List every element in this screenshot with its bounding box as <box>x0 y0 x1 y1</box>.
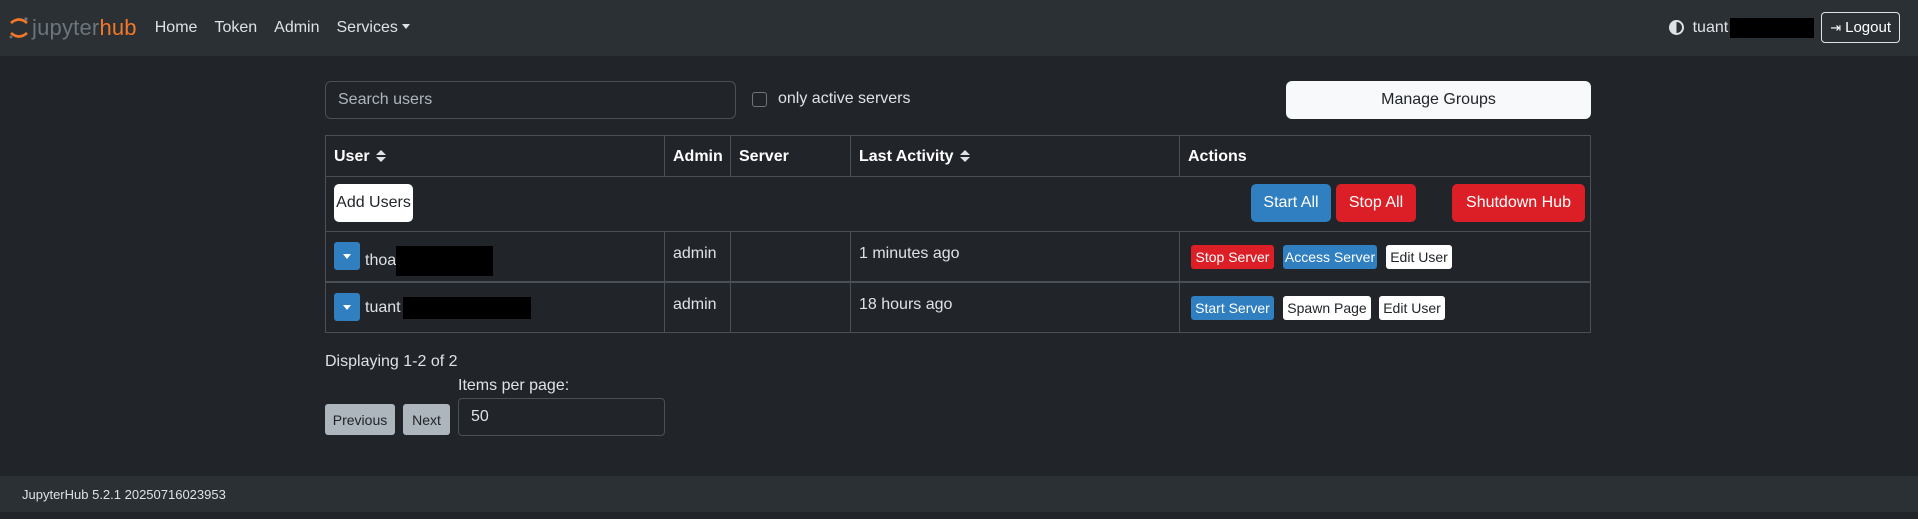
nav-token[interactable]: Token <box>214 19 257 37</box>
stop-server-button[interactable]: Stop Server <box>1191 245 1274 269</box>
cell-last-activity: 1 minutes ago <box>851 232 1180 281</box>
items-per-page-input[interactable] <box>458 398 665 436</box>
last-activity-value: 1 minutes ago <box>859 245 960 262</box>
header-server: Server <box>731 136 851 176</box>
cell-actions: Start Server Spawn Page Edit User <box>1180 283 1591 332</box>
logo-text-jupyter: jupyter <box>32 15 100 40</box>
navbar: jupyterhub Home Token Admin Services tua… <box>0 0 1918 56</box>
shutdown-hub-button[interactable]: Shutdown Hub <box>1452 184 1585 222</box>
manage-groups-button[interactable]: Manage Groups <box>1286 81 1591 119</box>
access-server-button[interactable]: Access Server <box>1283 245 1377 269</box>
footer: JupyterHub 5.2.1 20250716023953 <box>0 476 1918 512</box>
only-active-label: only active servers <box>778 90 911 107</box>
previous-page-button[interactable]: Previous <box>325 404 395 435</box>
displaying-count: Displaying 1-2 of 2 <box>325 353 458 370</box>
cell-user: thoa <box>326 232 665 281</box>
chevron-down-icon <box>343 254 351 259</box>
nav-user-area: tuant ⇥ Logout <box>1668 12 1900 43</box>
nav-services-label: Services <box>336 19 398 36</box>
items-per-page-label: Items per page: <box>458 377 570 394</box>
edit-user-button[interactable]: Edit User <box>1386 245 1452 269</box>
logo-text-hub: hub <box>99 15 137 40</box>
theme-toggle-icon[interactable] <box>1668 20 1684 35</box>
last-activity-value: 18 hours ago <box>859 296 953 313</box>
user-name: thoa <box>365 246 494 276</box>
jupyterhub-logo[interactable]: jupyterhub <box>8 0 137 56</box>
header-server-label: Server <box>739 148 789 165</box>
redacted-block <box>1730 17 1815 38</box>
admin-value: admin <box>673 296 717 313</box>
only-active-servers-toggle[interactable]: only active servers <box>752 90 911 108</box>
header-actions: Actions <box>1180 136 1591 176</box>
next-page-button[interactable]: Next <box>403 404 450 435</box>
header-admin-label: Admin <box>673 148 723 165</box>
admin-value: admin <box>673 245 717 262</box>
jupyter-logo-icon <box>9 17 28 39</box>
redacted-block <box>396 246 494 276</box>
cell-admin: admin <box>665 283 731 332</box>
cell-last-activity: 18 hours ago <box>851 283 1180 332</box>
user-name-text: tuant <box>365 299 401 316</box>
cell-actions: Stop Server Access Server Edit User <box>1180 232 1591 281</box>
header-admin: Admin <box>665 136 731 176</box>
current-username: tuant <box>1692 18 1729 36</box>
header-actions-label: Actions <box>1188 148 1247 165</box>
user-name-text: thoa <box>365 252 397 269</box>
chevron-down-icon <box>343 305 351 310</box>
nav-admin[interactable]: Admin <box>274 19 319 37</box>
header-last-activity[interactable]: Last Activity <box>851 136 1180 176</box>
chevron-down-icon <box>401 24 410 29</box>
table-row: tuant admin 18 hours ago Start Server Sp… <box>325 282 1591 333</box>
table-header: User Admin Server Last Activity Actions <box>325 135 1591 177</box>
cell-admin: admin <box>665 232 731 281</box>
expand-row-button[interactable] <box>334 293 360 321</box>
header-user[interactable]: User <box>326 136 665 176</box>
version-text: JupyterHub 5.2.1 20250716023953 <box>22 487 226 502</box>
spawn-page-button[interactable]: Spawn Page <box>1283 296 1371 320</box>
search-users-input[interactable] <box>325 81 736 119</box>
only-active-checkbox[interactable] <box>752 91 767 107</box>
start-server-button[interactable]: Start Server <box>1191 296 1274 320</box>
sort-icon[interactable] <box>375 150 386 162</box>
user-name: tuant <box>365 297 531 319</box>
stop-all-button[interactable]: Stop All <box>1336 184 1416 222</box>
cell-server <box>731 283 851 332</box>
table-row: thoa admin 1 minutes ago Stop Server Acc… <box>325 231 1591 282</box>
nav-home[interactable]: Home <box>155 19 198 37</box>
sort-icon[interactable] <box>959 150 970 162</box>
nav-links: Home Token Admin Services <box>155 19 427 37</box>
logout-button[interactable]: ⇥ Logout <box>1821 12 1900 43</box>
cell-server <box>731 232 851 281</box>
logout-label: Logout <box>1845 19 1891 36</box>
bulk-actions-row: Add Users Start All Stop All Shutdown Hu… <box>325 177 1591 232</box>
header-user-label: User <box>334 148 370 165</box>
logo-text: jupyterhub <box>32 15 137 41</box>
start-all-button[interactable]: Start All <box>1251 184 1331 222</box>
nav-services-dropdown[interactable]: Services <box>337 19 410 37</box>
expand-row-button[interactable] <box>334 242 360 270</box>
redacted-block <box>402 297 531 319</box>
add-users-button[interactable]: Add Users <box>334 184 413 222</box>
cell-user: tuant <box>326 283 665 332</box>
logout-icon: ⇥ <box>1830 19 1842 35</box>
header-last-activity-label: Last Activity <box>859 148 954 165</box>
edit-user-button[interactable]: Edit User <box>1379 296 1445 320</box>
